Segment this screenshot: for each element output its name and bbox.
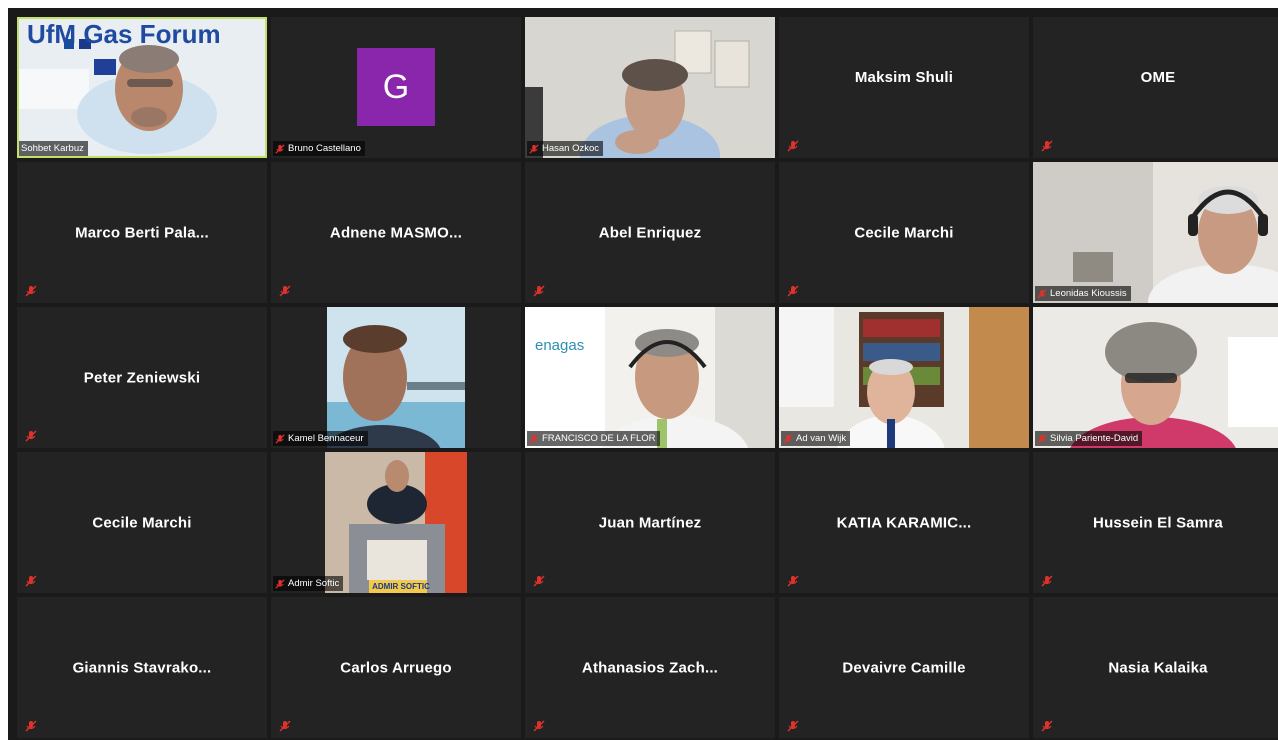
participant-name: Nasia Kalaika [1108, 659, 1208, 676]
participant-tile[interactable]: ADMIR SOFTIC Admir Softic [271, 452, 521, 593]
mic-muted-icon [787, 285, 799, 297]
participant-name-label: Hasan Ozkoc [527, 141, 604, 156]
mic-muted-icon [25, 720, 37, 732]
mic-muted-icon [529, 433, 539, 444]
mic-muted-icon [1041, 720, 1053, 732]
mic-muted-icon [787, 140, 799, 152]
participant-tile[interactable]: Devaivre Camille [779, 597, 1029, 738]
participant-name: Athanasios Zach... [581, 659, 719, 676]
participant-tile[interactable]: Kamel Bennaceur [271, 307, 521, 448]
participant-tile[interactable]: Adnene MASMO... [271, 162, 521, 303]
video-feed [525, 17, 775, 158]
participant-tile[interactable]: Giannis Stavrako... [17, 597, 267, 738]
participant-name: Juan Martínez [598, 514, 702, 531]
participant-tile[interactable]: enagas FRANCISCO DE LA FLOR [525, 307, 775, 448]
participant-name: Maksim Shuli [854, 69, 954, 86]
podium-sign: ADMIR SOFTIC [372, 582, 430, 591]
participant-name-label: Bruno Castellano [273, 141, 365, 156]
mic-muted-icon [1037, 433, 1047, 444]
video-feed [325, 452, 467, 593]
participant-name: OME [1140, 69, 1176, 86]
mic-muted-icon [25, 285, 37, 297]
avatar: G [357, 48, 435, 126]
participant-tile[interactable]: Peter Zeniewski [17, 307, 267, 448]
mic-muted-icon [783, 433, 793, 444]
participant-tile[interactable]: Cecile Marchi [779, 162, 1029, 303]
mic-muted-icon [279, 285, 291, 297]
participant-name-label: Sohbet Karbuz [19, 141, 88, 156]
mic-muted-icon [275, 143, 285, 154]
mic-muted-icon [1041, 140, 1053, 152]
participant-name-label: FRANCISCO DE LA FLOR [527, 431, 660, 446]
participant-tile-active-speaker[interactable]: UfM Gas Forum Sohbet Karbuz [17, 17, 267, 158]
participant-name: Cecile Marchi [92, 514, 192, 531]
participant-tile[interactable]: Nasia Kalaika [1033, 597, 1278, 738]
participant-name-label: Leonidas Kioussis [1035, 286, 1131, 301]
participant-name-label: Kamel Bennaceur [273, 431, 368, 446]
mic-muted-icon [533, 575, 545, 587]
participant-name: Carlos Arruego [340, 659, 452, 676]
video-feed [1033, 307, 1278, 448]
enagas-logo: enagas [535, 337, 585, 354]
video-feed [327, 307, 465, 448]
participant-name: Adnene MASMO... [329, 224, 463, 241]
participant-name: Marco Berti Pala... [75, 224, 209, 241]
participant-tile[interactable]: Cecile Marchi [17, 452, 267, 593]
participant-name: Hussein El Samra [1093, 514, 1223, 531]
mic-muted-icon [275, 433, 285, 444]
mic-muted-icon [787, 575, 799, 587]
video-feed [1033, 162, 1278, 303]
participant-tile[interactable]: KATIA KARAMIC... [779, 452, 1029, 593]
participant-name: Abel Enriquez [598, 224, 702, 241]
participant-tile[interactable]: OME [1033, 17, 1278, 158]
participant-name-label: Admir Softic [273, 576, 344, 591]
mic-muted-icon [533, 285, 545, 297]
mic-muted-icon [533, 720, 545, 732]
participant-name: Devaivre Camille [842, 659, 966, 676]
participant-tile[interactable]: Maksim Shuli [779, 17, 1029, 158]
mic-muted-icon [787, 720, 799, 732]
participant-tile[interactable]: Abel Enriquez [525, 162, 775, 303]
mic-muted-icon [275, 578, 285, 589]
participant-tile[interactable]: Ad van Wijk [779, 307, 1029, 448]
participant-name-label: Ad van Wijk [781, 431, 851, 446]
participant-name-label: Silvia Pariente-David [1035, 431, 1143, 446]
participant-name: Cecile Marchi [854, 224, 954, 241]
participant-tile[interactable]: Hasan Ozkoc [525, 17, 775, 158]
participant-name: Peter Zeniewski [83, 369, 201, 386]
participant-grid: UfM Gas Forum Sohbet Karbuz G Bruno Cast… [17, 17, 1278, 738]
mic-muted-icon [25, 430, 37, 442]
participant-tile[interactable]: Hussein El Samra [1033, 452, 1278, 593]
banner-text: UfM Gas Forum [27, 19, 221, 49]
participant-tile[interactable]: G Bruno Castellano [271, 17, 521, 158]
participant-tile[interactable]: Athanasios Zach... [525, 597, 775, 738]
mic-muted-icon [529, 143, 539, 154]
participant-name: KATIA KARAMIC... [836, 514, 972, 531]
mic-muted-icon [1037, 288, 1047, 299]
mic-muted-icon [1041, 575, 1053, 587]
participant-tile[interactable]: Leonidas Kioussis [1033, 162, 1278, 303]
participant-tile[interactable]: Juan Martínez [525, 452, 775, 593]
participant-tile[interactable]: Marco Berti Pala... [17, 162, 267, 303]
video-feed [525, 307, 775, 448]
participant-tile[interactable]: Carlos Arruego [271, 597, 521, 738]
participant-name: Giannis Stavrako... [72, 659, 212, 676]
video-feed [779, 307, 1029, 448]
mic-muted-icon [25, 575, 37, 587]
gallery-view: UfM Gas Forum Sohbet Karbuz G Bruno Cast… [8, 8, 1278, 740]
participant-tile[interactable]: Silvia Pariente-David [1033, 307, 1278, 448]
mic-muted-icon [279, 720, 291, 732]
